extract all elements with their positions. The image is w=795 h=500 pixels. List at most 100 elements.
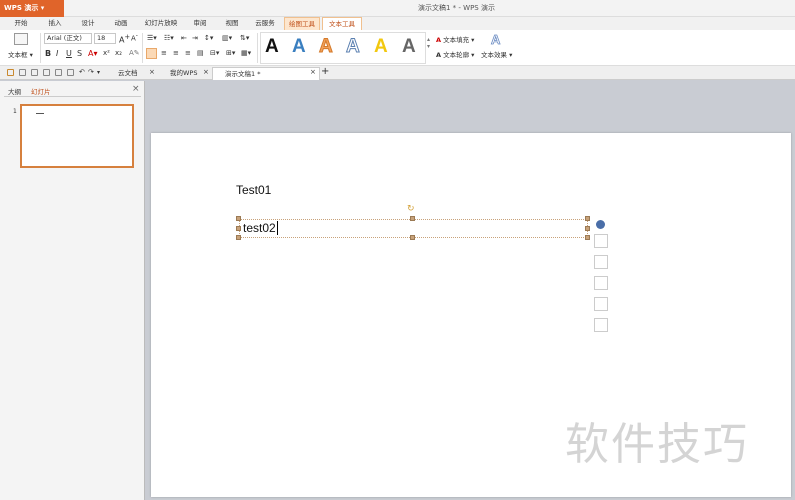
vertical-align-icon[interactable]: ⊞▾ — [226, 49, 235, 57]
text-direction-icon[interactable]: ⇅▾ — [240, 34, 249, 42]
strikethrough-button[interactable]: S — [77, 49, 82, 58]
font-name-select[interactable]: Arial (正文) — [44, 33, 92, 44]
redo-icon[interactable]: ↷ — [88, 68, 94, 76]
undo-icon[interactable]: ↶ — [79, 68, 85, 76]
close-icon[interactable]: × — [203, 68, 209, 76]
textbox-button[interactable]: 文本框 ▾ — [8, 49, 33, 59]
indent-increase-icon[interactable]: ⇥ — [192, 34, 198, 42]
superscript-icon[interactable]: x² — [103, 49, 110, 57]
customize-chevron-icon[interactable]: ▾ — [97, 69, 100, 76]
text-effect-icon[interactable]: A — [491, 32, 501, 48]
font-color-icon[interactable]: A▾ — [88, 49, 98, 58]
close-panel-icon[interactable]: × — [132, 84, 140, 94]
save-icon[interactable] — [19, 69, 26, 76]
text-outline-button[interactable]: A 文本轮廓 ▾ — [436, 49, 474, 59]
text-outline-icon: A — [436, 51, 442, 59]
collapse-icon[interactable] — [596, 220, 605, 229]
doc-tab-cloud[interactable]: 云文档 — [106, 67, 138, 80]
resize-handle[interactable] — [585, 226, 590, 231]
bold-button[interactable]: B — [45, 49, 51, 58]
text-wrap-icon[interactable] — [594, 318, 608, 332]
tab-home[interactable]: 开始 — [6, 17, 36, 30]
rotate-handle-icon[interactable]: ↻ — [407, 204, 415, 214]
indent-decrease-icon[interactable]: ⇤ — [181, 34, 187, 42]
body-text-value: test02 — [243, 221, 276, 235]
print-icon[interactable] — [43, 69, 50, 76]
slide-body-text[interactable]: test02​ — [243, 221, 278, 235]
fill-icon[interactable] — [594, 255, 608, 269]
text-effect-button[interactable]: 文本效果 ▾ — [481, 49, 512, 59]
align-right-icon[interactable]: ≡ — [173, 49, 179, 57]
save-as-icon[interactable] — [31, 69, 38, 76]
increase-font-icon[interactable]: A+ — [119, 33, 130, 45]
export-icon[interactable] — [67, 69, 74, 76]
tab-drawing-tools[interactable]: 绘图工具 — [284, 17, 320, 30]
close-icon[interactable]: × — [310, 68, 316, 76]
tab-slideshow[interactable]: 幻灯片放映 — [140, 17, 182, 30]
text-fill-button[interactable]: A 文本填充 ▾ — [436, 34, 474, 44]
quick-access-bar: ↶ ↷ ▾ 云文档 × 我的WPS × 演示文稿1 * × + — [0, 66, 795, 80]
tab-insert[interactable]: 插入 — [40, 17, 70, 30]
tab-review[interactable]: 审阅 — [186, 17, 214, 30]
font-size-select[interactable]: 18 — [94, 33, 116, 44]
ribbon-divider — [257, 33, 258, 63]
resize-handle[interactable] — [585, 235, 590, 240]
panel-divider — [4, 96, 141, 97]
edit-shape-icon[interactable] — [594, 234, 608, 248]
align-text-icon[interactable]: ⊟▾ — [210, 49, 219, 57]
text-fill-icon: A — [436, 36, 442, 44]
new-tab-button[interactable]: + — [321, 66, 329, 77]
tab-view[interactable]: 视图 — [218, 17, 246, 30]
resize-handle[interactable] — [410, 235, 415, 240]
clear-format-icon[interactable]: A✎ — [129, 49, 140, 57]
tab-design[interactable]: 设计 — [73, 17, 103, 30]
columns-icon[interactable]: ▥▾ — [222, 34, 232, 42]
tab-cloud[interactable]: 云服务 — [250, 17, 280, 30]
close-icon[interactable]: × — [149, 68, 155, 76]
wordart-style-yellow[interactable]: A — [374, 36, 388, 58]
italic-button[interactable]: I — [56, 49, 58, 58]
tab-outline[interactable]: 大纲 — [8, 86, 21, 96]
justify-icon[interactable]: ≡ — [185, 49, 191, 57]
resize-handle[interactable] — [236, 216, 241, 221]
resize-handle[interactable] — [585, 216, 590, 221]
wordart-style-gray[interactable]: A — [402, 36, 416, 58]
tab-animation[interactable]: 动画 — [106, 17, 136, 30]
doc-tab-label: 我的WPS — [170, 69, 198, 77]
underline-button[interactable]: U — [66, 49, 72, 58]
layers-icon[interactable] — [594, 297, 608, 311]
wordart-style-orange-outline[interactable]: A — [319, 36, 334, 58]
open-icon[interactable] — [7, 69, 14, 76]
doc-tab-mywps[interactable]: 我的WPS — [158, 67, 197, 80]
app-name: WPS 演示 — [4, 4, 39, 12]
decrease-font-icon[interactable]: A- — [131, 33, 138, 42]
paragraph-icon[interactable]: ▦▾ — [241, 49, 251, 57]
resize-handle[interactable] — [236, 235, 241, 240]
numbering-icon[interactable]: ☷▾ — [164, 34, 174, 42]
slide-thumbnail[interactable] — [20, 104, 134, 168]
ribbon-tabs: 开始 插入 设计 动画 幻灯片放映 审阅 视图 云服务 绘图工具 文本工具 — [0, 17, 795, 30]
resize-handle[interactable] — [410, 216, 415, 221]
doc-tab-label: 云文档 — [118, 69, 138, 77]
print-preview-icon[interactable] — [55, 69, 62, 76]
bullets-icon[interactable]: ☰▾ — [147, 34, 157, 42]
textbox-icon[interactable] — [14, 33, 28, 45]
text-outline-label: 文本轮廓 — [443, 51, 470, 59]
slide-title-text[interactable]: Test01 — [236, 183, 271, 197]
align-center-icon[interactable]: ≡ — [161, 49, 167, 57]
text-fill-label: 文本填充 — [443, 36, 470, 44]
text-cursor: ​ — [276, 221, 278, 235]
gallery-scroll-icon[interactable]: ▴ ▾ — [427, 36, 430, 50]
wordart-style-black[interactable]: A — [265, 36, 279, 58]
wordart-style-outline[interactable]: A — [346, 36, 361, 58]
app-menu-button[interactable]: WPS 演示 ▾ — [0, 0, 64, 17]
align-left-icon[interactable] — [146, 48, 157, 59]
outline-icon[interactable] — [594, 276, 608, 290]
doc-tab-presentation1[interactable]: 演示文稿1 * — [212, 67, 320, 80]
line-spacing-icon[interactable]: ↕▾ — [204, 34, 213, 42]
subscript-icon[interactable]: x₂ — [115, 49, 122, 57]
tab-text-tools[interactable]: 文本工具 — [322, 17, 362, 30]
resize-handle[interactable] — [236, 226, 241, 231]
distribute-icon[interactable]: ▤ — [197, 49, 204, 57]
wordart-style-blue[interactable]: A — [292, 36, 306, 58]
